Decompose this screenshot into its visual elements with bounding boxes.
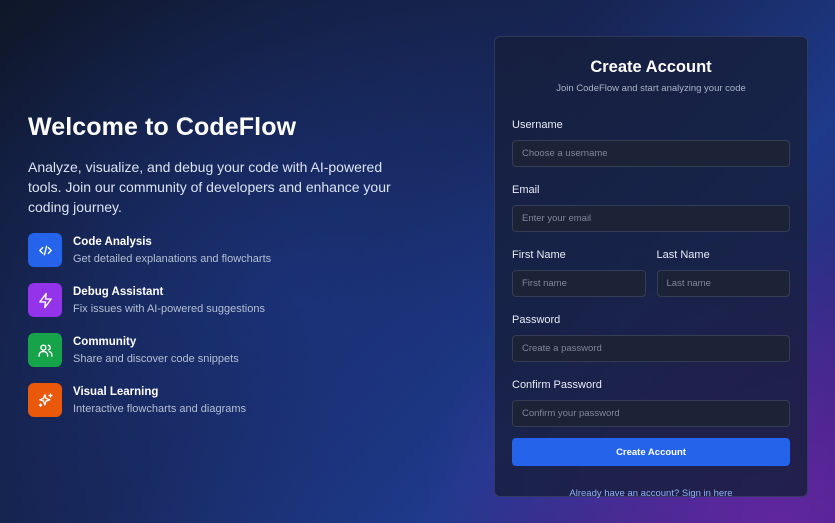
lightning-icon xyxy=(28,283,62,317)
hero-title: Welcome to CodeFlow xyxy=(28,113,297,141)
feature-title: Code Analysis xyxy=(73,236,152,248)
first-name-group: First Name xyxy=(512,245,646,297)
create-account-button[interactable]: Create Account xyxy=(512,438,790,466)
last-name-input[interactable] xyxy=(656,270,790,297)
feature-code-analysis: Code Analysis Get detailed explanations … xyxy=(28,233,408,283)
feature-visual-learning: Visual Learning Interactive flowcharts a… xyxy=(28,383,408,433)
hero-description: Analyze, visualize, and debug your code … xyxy=(28,159,391,215)
first-name-label: First Name xyxy=(512,249,566,261)
password-input[interactable] xyxy=(512,335,790,362)
signup-form: Create Account Join CodeFlow and start a… xyxy=(494,36,808,500)
feature-description: Interactive flowcharts and diagrams xyxy=(73,403,247,415)
feature-description: Fix issues with AI-powered suggestions xyxy=(73,303,265,315)
hero-section: Welcome to CodeFlow Analyze, visualize, … xyxy=(28,110,408,433)
username-group: Username xyxy=(512,115,790,167)
feature-title: Visual Learning xyxy=(73,386,159,398)
feature-debug-assistant: Debug Assistant Fix issues with AI-power… xyxy=(28,283,408,333)
feature-title: Debug Assistant xyxy=(73,286,164,298)
last-name-group: Last Name xyxy=(656,245,790,297)
password-group: Password xyxy=(512,310,790,362)
first-name-input[interactable] xyxy=(512,270,646,297)
email-label: Email xyxy=(512,184,540,196)
form-title: Create Account xyxy=(590,58,712,76)
sign-in-link[interactable]: Already have an account? Sign in here xyxy=(512,488,790,500)
password-label: Password xyxy=(512,314,561,326)
code-icon xyxy=(28,233,62,267)
username-label: Username xyxy=(512,119,563,131)
confirm-password-label: Confirm Password xyxy=(512,379,602,391)
feature-description: Share and discover code snippets xyxy=(73,353,239,365)
email-group: Email xyxy=(512,180,790,232)
name-row: First Name Last Name xyxy=(512,245,790,297)
sparkles-icon xyxy=(28,383,62,417)
confirm-password-group: Confirm Password xyxy=(512,375,790,427)
feature-description: Get detailed explanations and flowcharts xyxy=(73,253,272,265)
confirm-password-input[interactable] xyxy=(512,400,790,427)
email-input[interactable] xyxy=(512,205,790,232)
form-subtitle: Join CodeFlow and start analyzing your c… xyxy=(556,83,746,94)
feature-community: Community Share and discover code snippe… xyxy=(28,333,408,383)
users-icon xyxy=(28,333,62,367)
feature-list: Code Analysis Get detailed explanations … xyxy=(28,233,408,433)
last-name-label: Last Name xyxy=(656,249,710,261)
feature-title: Community xyxy=(73,336,137,348)
username-input[interactable] xyxy=(512,140,790,167)
